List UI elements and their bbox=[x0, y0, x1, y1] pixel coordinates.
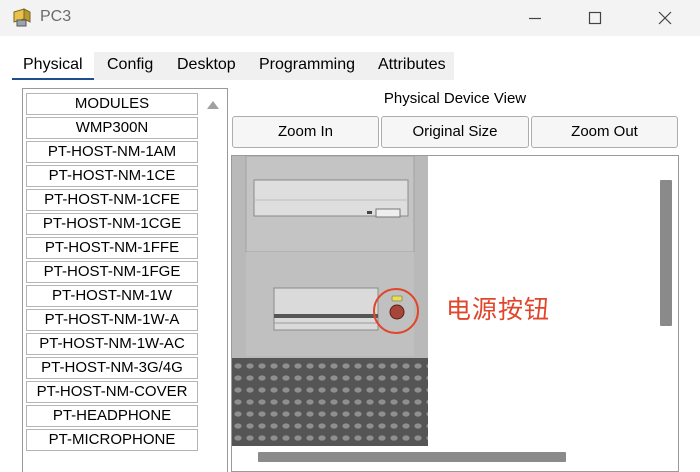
module-item[interactable]: PT-HOST-NM-COVER bbox=[26, 381, 198, 403]
modules-panel: MODULES WMP300N PT-HOST-NM-1AM PT-HOST-N… bbox=[22, 88, 228, 472]
tab-physical[interactable]: Physical bbox=[12, 52, 94, 80]
tab-strip: Physical Config Desktop Programming Attr… bbox=[12, 52, 454, 80]
module-item[interactable]: PT-HEADPHONE bbox=[26, 405, 198, 427]
window-title: PC3 bbox=[40, 8, 72, 25]
minimize-button[interactable] bbox=[512, 0, 558, 36]
tab-programming[interactable]: Programming bbox=[248, 52, 366, 80]
close-button[interactable] bbox=[642, 0, 688, 36]
module-item[interactable]: PT-HOST-NM-1W-A bbox=[26, 309, 198, 331]
maximize-icon bbox=[588, 11, 602, 25]
original-size-button[interactable]: Original Size bbox=[381, 116, 529, 148]
module-item[interactable]: PT-HOST-NM-1W-AC bbox=[26, 333, 198, 355]
app-icon bbox=[13, 8, 31, 27]
minimize-icon bbox=[529, 17, 541, 20]
power-button-annotation: 电源按钮 bbox=[446, 296, 551, 324]
module-item[interactable]: PT-HOST-NM-3G/4G bbox=[26, 357, 198, 379]
module-item[interactable]: PT-HOST-NM-1CE bbox=[26, 165, 198, 187]
module-item[interactable]: PT-MICROPHONE bbox=[26, 429, 198, 451]
module-item[interactable]: PT-HOST-NM-1AM bbox=[26, 141, 198, 163]
module-item[interactable]: PT-HOST-NM-1CGE bbox=[26, 213, 198, 235]
module-item[interactable]: PT-HOST-NM-1CFE bbox=[26, 189, 198, 211]
module-list-scrollbar[interactable] bbox=[201, 89, 225, 472]
tab-config[interactable]: Config bbox=[96, 52, 164, 80]
close-icon bbox=[658, 11, 672, 25]
module-item[interactable]: WMP300N bbox=[26, 117, 198, 139]
zoom-in-button[interactable]: Zoom In bbox=[232, 116, 379, 148]
scroll-up-icon[interactable] bbox=[207, 101, 219, 109]
module-item[interactable]: PT-HOST-NM-1FGE bbox=[26, 261, 198, 283]
title-bar: PC3 bbox=[0, 0, 700, 36]
zoom-out-button[interactable]: Zoom Out bbox=[531, 116, 678, 148]
vertical-scrollbar-thumb[interactable] bbox=[660, 180, 672, 326]
physical-device-view-label: Physical Device View bbox=[383, 90, 527, 107]
tab-attributes[interactable]: Attributes bbox=[367, 52, 457, 80]
module-item[interactable]: PT-HOST-NM-1FFE bbox=[26, 237, 198, 259]
power-button-highlight bbox=[373, 288, 419, 334]
tab-desktop[interactable]: Desktop bbox=[166, 52, 247, 80]
horizontal-scrollbar-thumb[interactable] bbox=[258, 452, 566, 462]
module-item[interactable]: PT-HOST-NM-1W bbox=[26, 285, 198, 307]
maximize-button[interactable] bbox=[572, 0, 618, 36]
module-list-header[interactable]: MODULES bbox=[26, 93, 198, 115]
module-list: MODULES WMP300N PT-HOST-NM-1AM PT-HOST-N… bbox=[26, 93, 198, 453]
